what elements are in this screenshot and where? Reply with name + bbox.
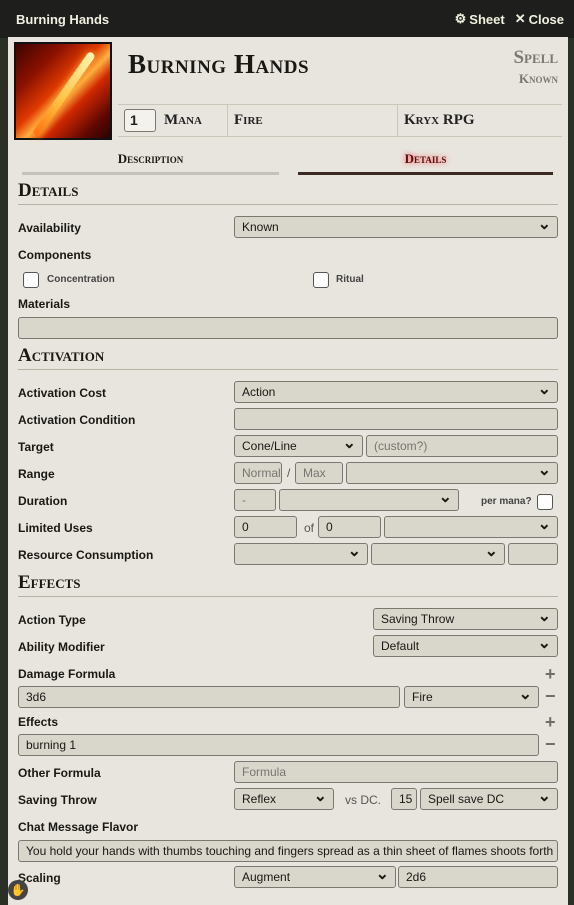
action-type-label: Action Type	[18, 613, 86, 627]
close-button[interactable]: ✕ Close	[515, 11, 564, 27]
damage-formula-label: Damage Formula	[18, 667, 116, 681]
target-type-select[interactable]: Cone/Line	[234, 435, 363, 457]
damage-type-label: Fire	[234, 112, 263, 128]
materials-input[interactable]	[18, 317, 558, 339]
per-mana-label: per mana?	[481, 496, 532, 507]
hand-icon[interactable]: ✋	[8, 880, 28, 900]
range-max-input[interactable]: Max	[295, 462, 343, 484]
range-units-select[interactable]	[346, 462, 558, 484]
ability-modifier-select[interactable]: Default	[373, 635, 558, 657]
remove-damage-icon[interactable]: −	[545, 687, 556, 705]
add-effect-icon[interactable]: +	[545, 713, 556, 731]
effects-label: Effects	[18, 715, 59, 729]
add-damage-icon[interactable]: +	[545, 665, 556, 683]
target-label: Target	[18, 440, 54, 454]
save-scaling-select[interactable]: Spell save DC	[420, 788, 558, 810]
range-separator: /	[287, 466, 291, 480]
duration-units-select[interactable]	[279, 489, 459, 511]
remove-effect-icon[interactable]: −	[545, 735, 556, 753]
status-label: Known	[518, 71, 558, 86]
saving-throw-label: Saving Throw	[18, 793, 97, 807]
uses-of-label: of	[304, 521, 315, 535]
ritual-checkbox[interactable]	[313, 272, 329, 288]
ability-modifier-label: Ability Modifier	[18, 640, 105, 654]
details-heading: Details	[18, 180, 558, 205]
activation-cost-select[interactable]: Action	[234, 381, 558, 403]
spell-name[interactable]: Burning Hands	[128, 49, 309, 80]
activation-condition-input[interactable]	[234, 408, 558, 430]
save-vs-label: vs DC.	[345, 793, 381, 807]
sheet-tabs: Description Details	[8, 145, 568, 175]
uses-period-select[interactable]	[384, 516, 558, 538]
range-normal-input[interactable]: Normal	[234, 462, 282, 484]
chat-flavor-input[interactable]: You hold your hands with thumbs touching…	[18, 840, 558, 862]
damage-formula-input[interactable]: 3d6	[18, 686, 400, 708]
ritual-label: Ritual	[336, 274, 364, 285]
uses-max-input[interactable]: 0	[318, 516, 381, 538]
availability-select[interactable]: Known	[234, 216, 558, 238]
close-icon: ✕	[514, 11, 526, 26]
cost-label: Mana	[164, 112, 202, 128]
damage-type-cell: Fire	[228, 105, 398, 136]
components-label: Components	[18, 248, 92, 262]
duration-label: Duration	[18, 494, 68, 508]
materials-label: Materials	[18, 297, 71, 311]
action-type-select[interactable]: Saving Throw	[373, 608, 558, 630]
level-input[interactable]: 1	[124, 109, 156, 132]
activation-heading: Activation	[18, 345, 558, 370]
spell-type: Spell Known	[513, 47, 558, 87]
level-cell: 1 Mana	[118, 105, 228, 136]
source-cell[interactable]: Kryx RPG	[398, 105, 562, 136]
close-button-label: Close	[528, 11, 564, 27]
per-mana-checkbox[interactable]	[537, 494, 553, 510]
duration-value-input[interactable]: -	[234, 489, 276, 511]
target-custom-input[interactable]: (custom?)	[366, 435, 558, 457]
source-label: Kryx RPG	[404, 112, 475, 128]
gear-icon: ⚙	[454, 11, 467, 26]
availability-label: Availability	[18, 221, 81, 235]
effect-input[interactable]: burning 1	[18, 734, 539, 756]
window-title: Burning Hands	[16, 11, 110, 27]
range-label: Range	[18, 467, 55, 481]
spell-summary: 1 Mana Fire Kryx RPG	[118, 104, 562, 137]
sheet-button[interactable]: ⚙ Sheet	[455, 11, 505, 27]
concentration-label: Concentration	[47, 274, 115, 285]
resource-type-select[interactable]	[234, 543, 368, 565]
sheet-button-label: Sheet	[469, 11, 505, 27]
activation-cost-label: Activation Cost	[18, 386, 107, 400]
resource-consumption-label: Resource Consumption	[18, 548, 154, 562]
scaling-formula-input[interactable]: 2d6	[398, 866, 558, 888]
resource-amount-input[interactable]	[508, 543, 558, 565]
limited-uses-label: Limited Uses	[18, 521, 93, 535]
tab-details[interactable]: Details	[298, 145, 553, 175]
scaling-mode-select[interactable]: Augment	[234, 866, 396, 888]
uses-value-input[interactable]: 0	[234, 516, 297, 538]
other-formula-input[interactable]: Formula	[234, 761, 558, 783]
damage-type-select[interactable]: Fire	[404, 686, 539, 708]
window-header: Burning Hands ⚙ Sheet ✕ Close	[0, 0, 574, 38]
spell-image[interactable]	[14, 42, 112, 140]
flame-icon	[32, 50, 96, 138]
save-ability-select[interactable]: Reflex	[234, 788, 334, 810]
resource-target-select[interactable]	[371, 543, 505, 565]
tab-description[interactable]: Description	[22, 145, 279, 175]
type-label: Spell	[513, 47, 558, 68]
save-dc-input[interactable]: 15	[391, 788, 417, 810]
concentration-checkbox[interactable]	[23, 272, 39, 288]
activation-condition-label: Activation Condition	[18, 413, 136, 427]
item-sheet: Burning Hands Spell Known 1 Mana Fire Kr…	[8, 37, 568, 905]
effects-heading: Effects	[18, 572, 558, 597]
other-formula-label: Other Formula	[18, 766, 101, 780]
chat-flavor-label: Chat Message Flavor	[18, 820, 139, 834]
